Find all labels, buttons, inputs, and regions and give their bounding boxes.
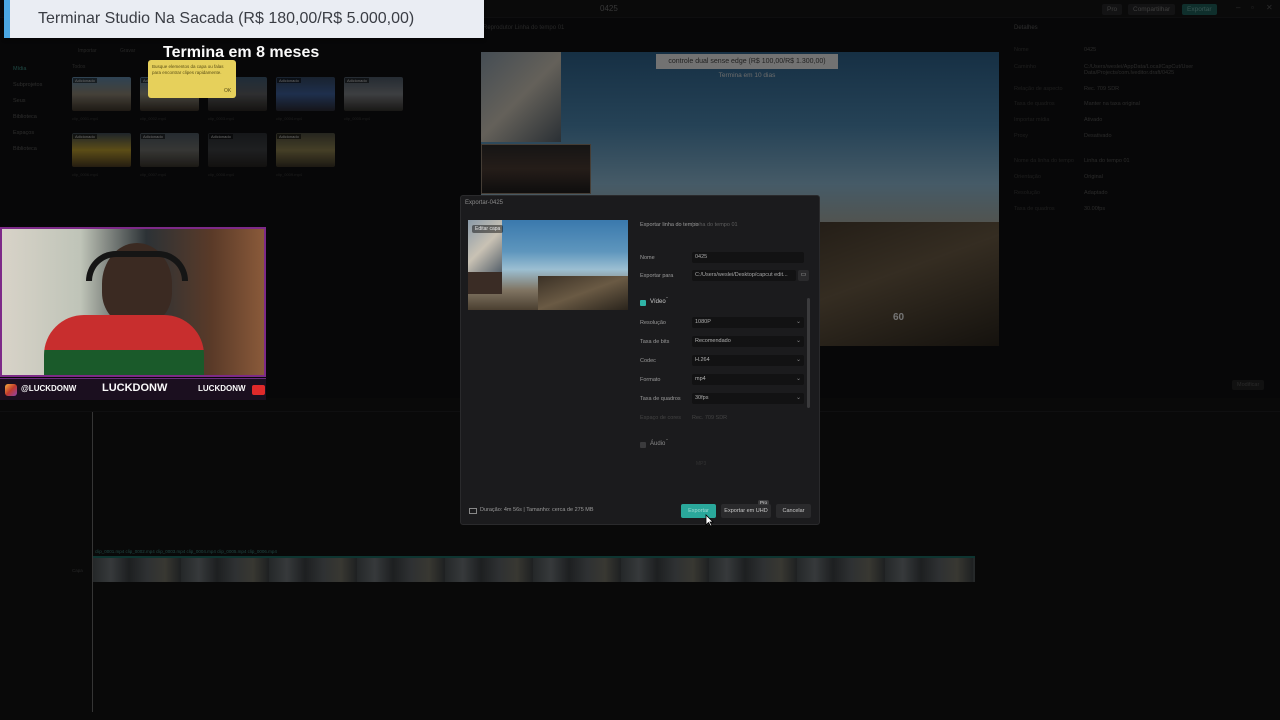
resolution-value: 1080P [695, 319, 711, 325]
color-space-value: Rec. 709 SDR [692, 415, 728, 421]
folder-icon[interactable]: ▭ [798, 270, 809, 281]
mouse-cursor-icon [705, 514, 714, 527]
instagram-handle: @LUCKDONW [21, 384, 77, 393]
codec-label: Codec [640, 358, 656, 364]
preview-facecam [468, 272, 502, 294]
cover-preview[interactable] [468, 220, 628, 310]
framerate-label: Taxa de quadros [640, 396, 681, 402]
dialog-scrollbar[interactable] [807, 298, 810, 408]
export-timeline-label: Exportar linha do tempo [640, 222, 699, 228]
video-section-title[interactable]: Vídeo [650, 299, 666, 305]
name-value: 0425 [695, 254, 708, 260]
brand-name: LUCKDONW [102, 382, 168, 394]
chevron-down-icon: ⌄ [795, 376, 801, 382]
format-label: Formato [640, 377, 661, 383]
export-uhd-button[interactable]: Exportar em UHD [721, 504, 771, 518]
audio-section-checkbox[interactable] [640, 442, 646, 448]
youtube-handle: LUCKDONW [198, 384, 246, 393]
codec-select[interactable]: H.264 ⌄ [692, 355, 804, 366]
format-select[interactable]: mp4 ⌄ [692, 374, 804, 385]
name-input[interactable]: 0425 [692, 252, 804, 263]
streamer-shirt [44, 315, 204, 375]
chevron-down-icon: ⌄ [795, 338, 801, 344]
color-space-label: Espaço de cores [640, 415, 681, 421]
chevron-up-icon[interactable]: ˆ [666, 298, 668, 304]
search-tooltip: Busque elementos da capa ou falas para e… [148, 60, 236, 98]
tooltip-ok-button[interactable]: OK [224, 88, 231, 94]
chevron-down-icon: ⌄ [795, 357, 801, 363]
dialog-title: Exportar-0425 [465, 200, 504, 206]
chevron-down-icon: ⌄ [795, 395, 801, 401]
audio-section-title[interactable]: Áudio [650, 441, 665, 447]
export-path-input[interactable]: C:/Users/weslei/Desktop/capcut edit... [692, 270, 796, 281]
format-value: mp4 [695, 376, 706, 382]
headset [86, 251, 188, 281]
resolution-select[interactable]: 1080P ⌄ [692, 317, 804, 328]
bitrate-value: Recomendado [695, 338, 731, 344]
pro-badge: Pro [758, 500, 770, 505]
framerate-value: 30fps [695, 395, 709, 401]
bitrate-select[interactable]: Recomendado ⌄ [692, 336, 804, 347]
youtube-icon [252, 385, 265, 395]
video-section-checkbox[interactable] [640, 300, 646, 306]
audio-format-value: MP3 [696, 461, 707, 467]
framerate-select[interactable]: 30fps ⌄ [692, 393, 804, 404]
webcam-feed [0, 227, 266, 377]
tooltip-text: Busque elementos da capa ou falas para e… [152, 64, 224, 75]
chevron-down-icon: ⌄ [795, 319, 801, 325]
export-timeline-value: Linha do tempo 01 [692, 222, 738, 228]
instagram-icon [5, 384, 17, 396]
chevron-down-icon[interactable]: ˇ [666, 440, 668, 446]
preview-weapon [538, 276, 628, 310]
export-path-value: C:/Users/weslei/Desktop/capcut edit... [695, 272, 788, 278]
export-summary: Duração: 4m 56s | Tamanho: cerca de 275 … [480, 507, 594, 513]
resolution-label: Resolução [640, 320, 666, 326]
film-icon [469, 508, 477, 514]
bitrate-label: Taxa de bits [640, 339, 670, 345]
export-to-label: Exportar para [640, 273, 674, 279]
stream-goal-text: Terminar Studio Na Sacada (R$ 180,00/R$ … [38, 10, 415, 27]
name-label: Nome [640, 255, 655, 261]
codec-value: H.264 [695, 357, 710, 363]
edit-cover-button[interactable]: Editar capa [472, 225, 504, 233]
cancel-button[interactable]: Cancelar [776, 504, 811, 518]
